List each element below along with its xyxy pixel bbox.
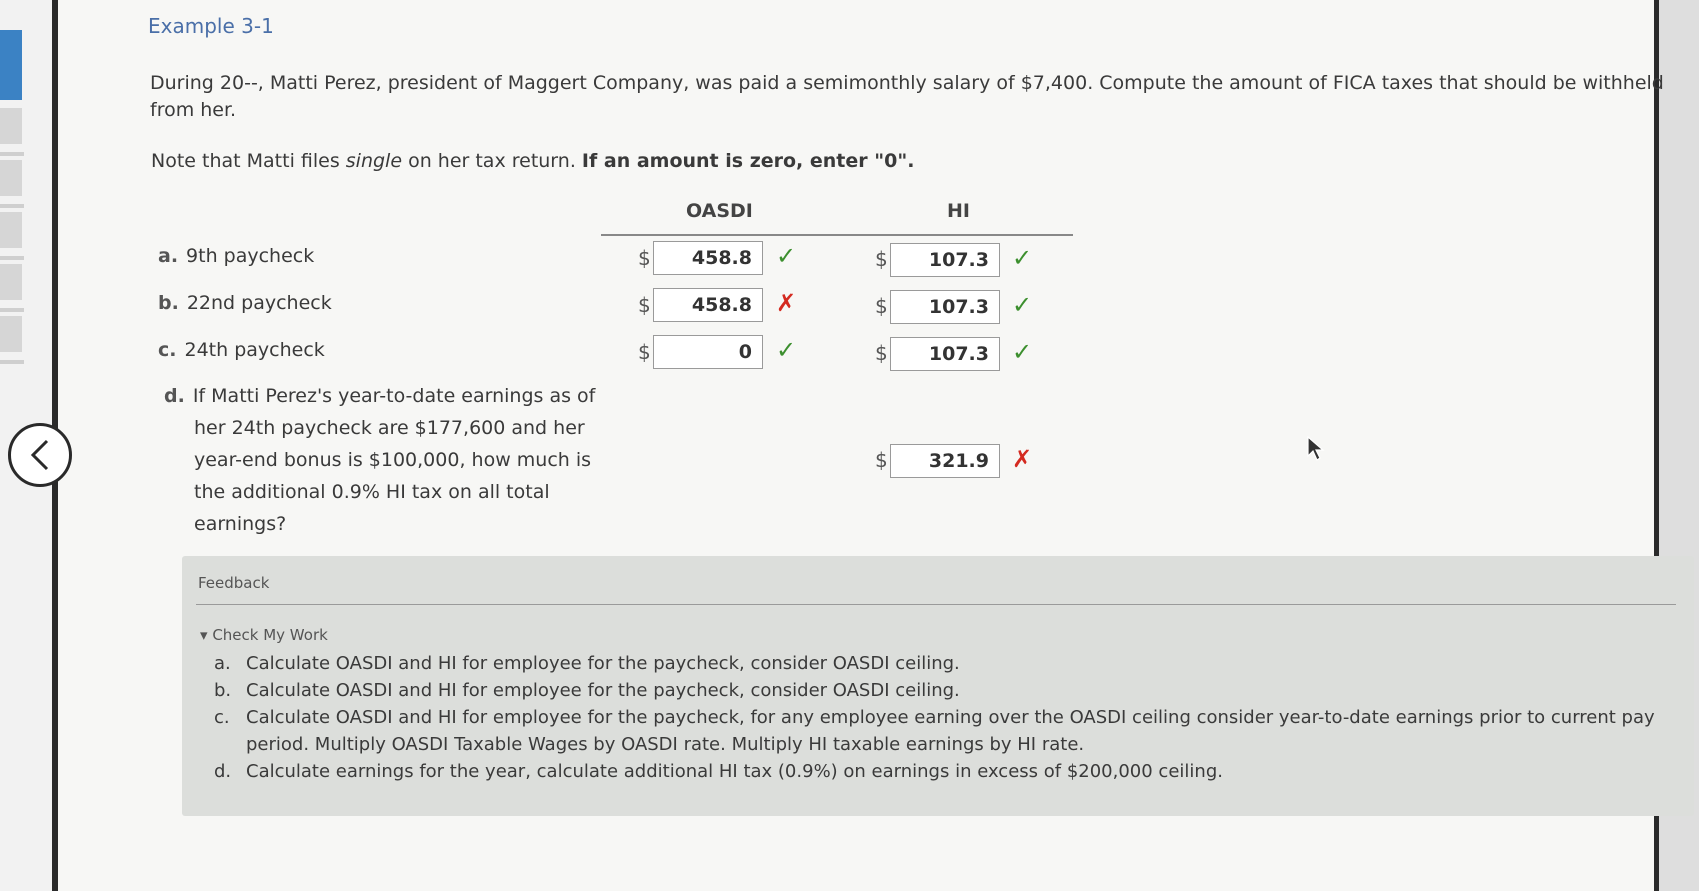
- example-title: Example 3-1: [148, 14, 274, 38]
- column-header-oasdi: OASDI: [686, 200, 753, 222]
- sidebar-tab[interactable]: [0, 160, 22, 196]
- correct-check-icon: ✓: [776, 242, 797, 270]
- answer-a-hi-input[interactable]: [890, 243, 1000, 277]
- question-b-label: b. 22nd paycheck: [158, 292, 332, 314]
- feedback-letter: b.: [214, 680, 232, 701]
- question-letter: a.: [158, 245, 179, 267]
- question-text: 22nd paycheck: [186, 292, 332, 314]
- mouse-cursor-icon: [1307, 436, 1325, 461]
- currency-symbol: $: [875, 448, 888, 472]
- correct-check-icon: ✓: [776, 336, 797, 364]
- answer-a-oasdi-input[interactable]: [653, 241, 763, 275]
- header-rule: [601, 234, 1073, 236]
- answer-c-oasdi-input[interactable]: [653, 335, 763, 369]
- sidebar-tab[interactable]: [0, 212, 22, 248]
- sidebar-divider: [0, 308, 24, 312]
- feedback-item: a. Calculate OASDI and HI for employee fo…: [214, 650, 1674, 677]
- question-d-line: her 24th paycheck are $177,600 and her: [194, 417, 585, 439]
- check-my-work-label: Check My Work: [212, 626, 328, 644]
- question-letter: b.: [158, 292, 179, 314]
- note-middle: on her tax return.: [402, 150, 582, 172]
- problem-statement: During 20--, Matti Perez, president of M…: [150, 72, 1664, 121]
- currency-symbol: $: [638, 246, 651, 270]
- sidebar-tab[interactable]: [0, 316, 22, 352]
- answer-b-hi-input[interactable]: [890, 290, 1000, 324]
- correct-check-icon: ✓: [1012, 291, 1033, 319]
- sidebar-tab[interactable]: [0, 264, 22, 300]
- feedback-panel: Feedback ▾ Check My Work a. Calculate OAS…: [182, 556, 1694, 816]
- question-c-label: c. 24th paycheck: [158, 339, 325, 361]
- correct-check-icon: ✓: [1012, 244, 1033, 272]
- note-bold: If an amount is zero, enter "0".: [581, 150, 915, 172]
- feedback-title: Feedback: [198, 574, 270, 592]
- currency-symbol: $: [875, 294, 888, 318]
- question-d-line: the additional 0.9% HI tax on all total: [194, 481, 550, 503]
- sidebar-divider: [0, 360, 24, 364]
- currency-symbol: $: [875, 341, 888, 365]
- currency-symbol: $: [638, 340, 651, 364]
- feedback-item: c. Calculate OASDI and HI for employee fo…: [214, 704, 1674, 758]
- sidebar-tab[interactable]: [0, 108, 22, 144]
- sidebar-tab-active[interactable]: [0, 30, 22, 100]
- question-text: 24th paycheck: [184, 339, 325, 361]
- answer-c-hi-input[interactable]: [890, 337, 1000, 371]
- question-d-text: d. If Matti Perez's year-to-date earnings…: [164, 380, 604, 540]
- answer-d-hi-input[interactable]: [890, 444, 1000, 478]
- question-text: 9th paycheck: [186, 245, 315, 267]
- feedback-text: Calculate OASDI and HI for employee for …: [246, 707, 1655, 755]
- question-letter: d.: [164, 385, 185, 407]
- sidebar-divider: [0, 204, 24, 208]
- question-d-line: year-end bonus is $100,000, how much is: [194, 449, 592, 471]
- answer-b-oasdi-input[interactable]: [653, 288, 763, 322]
- feedback-text: Calculate earnings for the year, calcula…: [246, 761, 1223, 782]
- incorrect-x-icon: ✗: [776, 289, 797, 317]
- note-italic: single: [345, 150, 403, 172]
- question-letter: c.: [158, 339, 177, 361]
- check-my-work-toggle[interactable]: ▾ Check My Work: [200, 626, 328, 644]
- question-a-label: a. 9th paycheck: [158, 245, 314, 267]
- currency-symbol: $: [638, 293, 651, 317]
- question-page: Example 3-1 During 20--, Matti Perez, pr…: [58, 0, 1694, 891]
- correct-check-icon: ✓: [1012, 338, 1033, 366]
- caret-down-icon: ▾: [200, 626, 213, 644]
- currency-symbol: $: [875, 247, 888, 271]
- feedback-item: b. Calculate OASDI and HI for employee fo…: [214, 677, 1674, 704]
- feedback-letter: c.: [214, 707, 230, 728]
- feedback-letter: d.: [214, 761, 232, 782]
- feedback-text: Calculate OASDI and HI for employee for …: [246, 680, 960, 701]
- feedback-divider: [196, 604, 1676, 605]
- feedback-item: d. Calculate earnings for the year, calcu…: [214, 758, 1674, 785]
- chevron-left-icon: [30, 439, 49, 471]
- back-button[interactable]: [8, 423, 72, 487]
- feedback-letter: a.: [214, 653, 231, 674]
- feedback-text: Calculate OASDI and HI for employee for …: [246, 653, 960, 674]
- question-d-line: earnings?: [194, 513, 287, 535]
- question-d-line: If Matti Perez's year-to-date earnings a…: [192, 385, 596, 407]
- sidebar-divider: [0, 256, 24, 260]
- incorrect-x-icon: ✗: [1012, 445, 1033, 473]
- instruction-note: Note that Matti files single on her tax …: [151, 150, 915, 172]
- sidebar-divider: [0, 152, 24, 156]
- feedback-list: a. Calculate OASDI and HI for employee fo…: [214, 650, 1674, 785]
- column-header-hi: HI: [947, 200, 970, 222]
- note-prefix: Note that Matti files: [151, 150, 346, 172]
